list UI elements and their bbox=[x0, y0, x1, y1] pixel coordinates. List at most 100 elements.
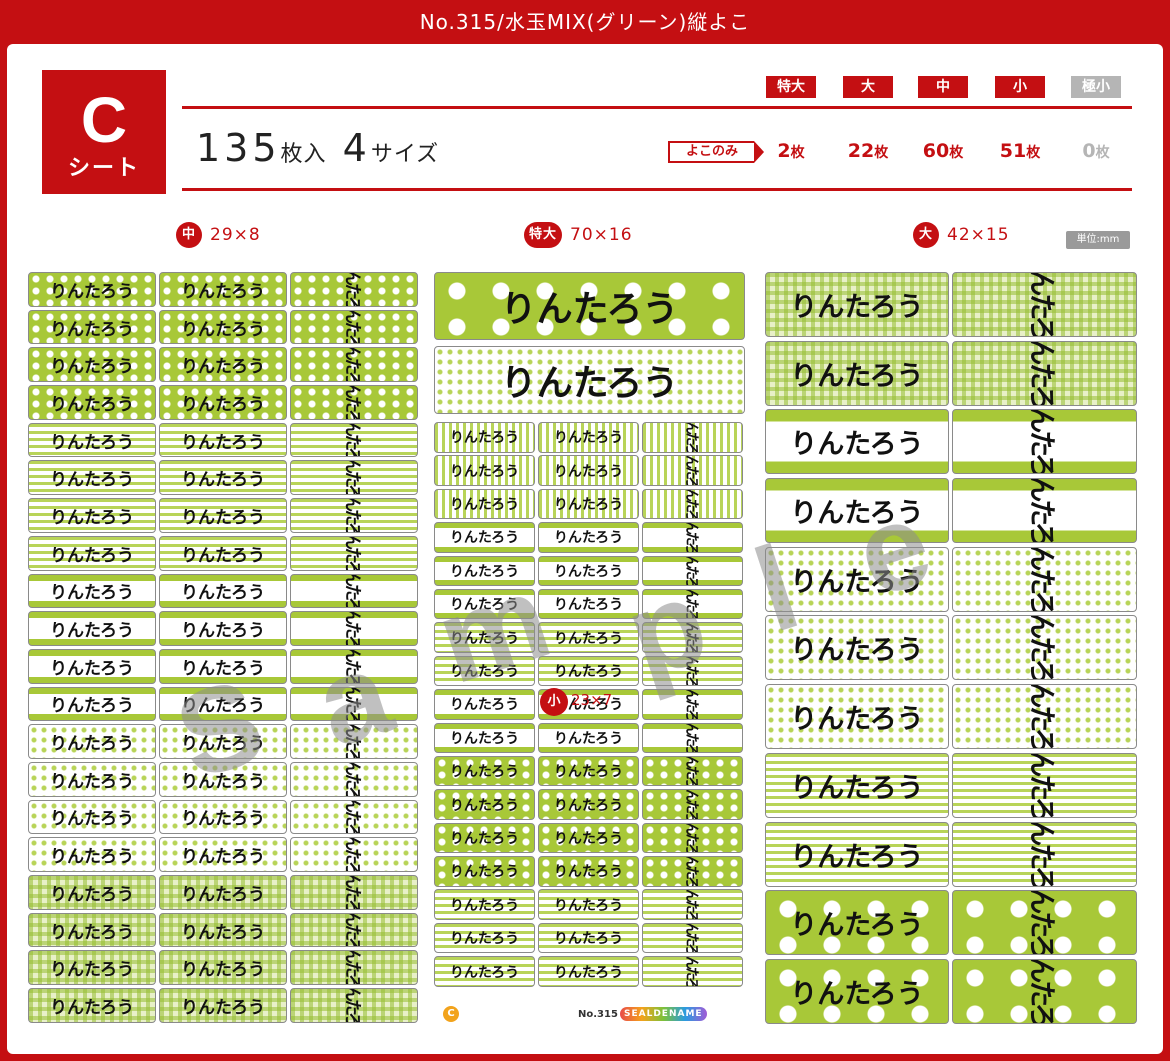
sheet-type-badge: C シート bbox=[42, 70, 166, 194]
name-label-text: りんたろう bbox=[449, 931, 520, 948]
name-label: りんたろう bbox=[28, 611, 156, 646]
name-label: りんたろう bbox=[159, 498, 287, 533]
name-label: りんたろう bbox=[290, 950, 418, 986]
name-label: りんたろう bbox=[28, 837, 156, 872]
name-label-text: りんたろう bbox=[449, 830, 520, 847]
label-row: りんたろう りんたろう りんたろう bbox=[28, 347, 418, 383]
size-tag-chu: 中 bbox=[918, 76, 968, 98]
size-count: 4 bbox=[342, 126, 371, 170]
label-row: りんたろう りんたろう りんたろう bbox=[28, 535, 418, 571]
name-label-text: りんたろう bbox=[50, 319, 134, 340]
label-row: りんたろう りんたろう りんたろう bbox=[434, 455, 743, 486]
product-number: No.315 bbox=[578, 1009, 618, 1020]
name-label-text: りんたろう bbox=[449, 530, 520, 547]
name-label-text: りんたろう bbox=[50, 583, 134, 604]
name-label: りんたろう bbox=[765, 340, 949, 406]
label-row: りんたろう りんたろう りんたろう bbox=[28, 912, 418, 948]
name-label: りんたろう bbox=[538, 889, 639, 920]
name-label-text: りんたろう bbox=[683, 922, 700, 954]
name-label: りんたろう bbox=[28, 460, 156, 496]
name-label-text: りんたろう bbox=[790, 360, 924, 392]
name-label-text: りんたろう bbox=[50, 922, 134, 943]
name-label: りんたろう bbox=[290, 498, 418, 533]
label-row: りんたろう りんたろう bbox=[765, 752, 1137, 818]
label-row: りんたろう りんたろう りんたろう bbox=[434, 956, 743, 987]
label-row: りんたろう りんたろう りんたろう bbox=[434, 522, 743, 553]
name-label-text: りんたろう bbox=[683, 488, 700, 520]
label-group-tokudai: りんたろう りんたろう bbox=[434, 272, 745, 420]
name-label: りんたろう bbox=[952, 615, 1137, 681]
name-label: りんたろう bbox=[642, 822, 743, 854]
label-row: りんたろう りんたろう りんたろう bbox=[434, 922, 743, 954]
label-group-dai: りんたろう りんたろう りんたろう りんたろう りんたろう りんたろう りんたろう りんたろう… bbox=[765, 272, 1137, 1028]
name-label-text: りんたろう bbox=[341, 988, 362, 1023]
name-label-text: りんたろう bbox=[181, 507, 265, 528]
size-dims-chu: 29×8 bbox=[210, 225, 261, 245]
sheet-mark-icon: C bbox=[443, 1006, 459, 1022]
name-label: りんたろう bbox=[952, 340, 1137, 406]
label-row: りんたろう りんたろう りんたろう bbox=[434, 755, 743, 787]
name-label-text: りんたろう bbox=[1025, 340, 1057, 406]
name-label: りんたろう bbox=[28, 724, 156, 759]
name-label: りんたろう bbox=[538, 956, 639, 987]
name-label-text: りんたろう bbox=[683, 822, 700, 854]
name-label: りんたろう bbox=[642, 522, 743, 553]
name-label: りんたろう bbox=[28, 761, 156, 797]
sheet-summary: 135枚入 4サイズ bbox=[196, 126, 439, 170]
name-label-text: りんたろう bbox=[50, 809, 134, 830]
name-label-text: りんたろう bbox=[1025, 958, 1057, 1024]
name-label-text: りんたろう bbox=[181, 281, 265, 302]
name-label: りんたろう bbox=[28, 988, 156, 1023]
name-label-text: りんたろう bbox=[50, 357, 134, 378]
name-label-text: りんたろう bbox=[500, 363, 679, 404]
name-label: りんたろう bbox=[642, 488, 743, 520]
label-row: りんたろう りんたろう bbox=[765, 890, 1137, 956]
name-label: りんたろう bbox=[434, 755, 535, 787]
name-label: りんたろう bbox=[290, 535, 418, 571]
name-label-text: りんたろう bbox=[449, 797, 520, 814]
name-label: りんたろう bbox=[952, 546, 1137, 612]
name-label-text: りんたろう bbox=[449, 864, 520, 881]
name-label: りんたろう bbox=[290, 422, 418, 458]
name-label: りんたろう bbox=[642, 856, 743, 887]
label-row: りんたろう りんたろう bbox=[765, 478, 1137, 544]
name-label-text: りんたろう bbox=[50, 621, 134, 642]
name-label-text: りんたろう bbox=[341, 912, 362, 948]
name-label: りんたろう bbox=[28, 498, 156, 533]
name-label: りんたろう bbox=[290, 875, 418, 910]
column-head-sho: 小 23×7 bbox=[540, 688, 612, 716]
name-label-text: りんたろう bbox=[683, 789, 700, 820]
name-label-text: りんたろう bbox=[181, 545, 265, 566]
name-label-text: りんたろう bbox=[1025, 684, 1057, 750]
name-label: りんたろう bbox=[290, 912, 418, 948]
brand-logo: SEALDENAME bbox=[620, 1007, 707, 1021]
name-label: りんたろう bbox=[642, 889, 743, 920]
name-label-text: りんたろう bbox=[50, 432, 134, 453]
name-label: りんたろう bbox=[159, 837, 287, 872]
name-label: りんたろう bbox=[290, 347, 418, 383]
name-label-text: りんたろう bbox=[181, 357, 265, 378]
name-label-text: りんたろう bbox=[341, 272, 362, 307]
name-label-text: りんたろう bbox=[341, 385, 362, 420]
name-label: りんたろう bbox=[765, 890, 949, 956]
label-row: りんたろう りんたろう りんたろう bbox=[28, 837, 418, 872]
name-label: りんたろう bbox=[28, 875, 156, 910]
name-label-text: りんたろう bbox=[449, 764, 520, 781]
window-title: No.315/水玉MIX(グリーン)縦よこ bbox=[0, 0, 1170, 44]
name-label: りんたろう bbox=[28, 422, 156, 458]
name-label: りんたろう bbox=[642, 922, 743, 954]
size-dims-sho: 23×7 bbox=[571, 691, 613, 709]
label-row: りんたろう りんたろう りんたろう bbox=[28, 460, 418, 496]
label-row: りんたろう りんたろう りんたろう bbox=[434, 422, 743, 453]
label-row: りんたろう りんたろう りんたろう bbox=[28, 573, 418, 609]
name-label: りんたろう bbox=[434, 422, 535, 453]
name-label-text: りんたろう bbox=[1025, 478, 1057, 544]
label-row: りんたろう りんたろう りんたろう bbox=[28, 988, 418, 1023]
name-label-text: りんたろう bbox=[553, 830, 624, 847]
name-label: りんたろう bbox=[538, 856, 639, 887]
name-label: りんたろう bbox=[538, 922, 639, 954]
name-label: りんたろう bbox=[434, 922, 535, 954]
name-label-text: りんたろう bbox=[341, 950, 362, 986]
name-label-text: りんたろう bbox=[553, 597, 624, 614]
name-label-text: りんたろう bbox=[790, 429, 924, 461]
